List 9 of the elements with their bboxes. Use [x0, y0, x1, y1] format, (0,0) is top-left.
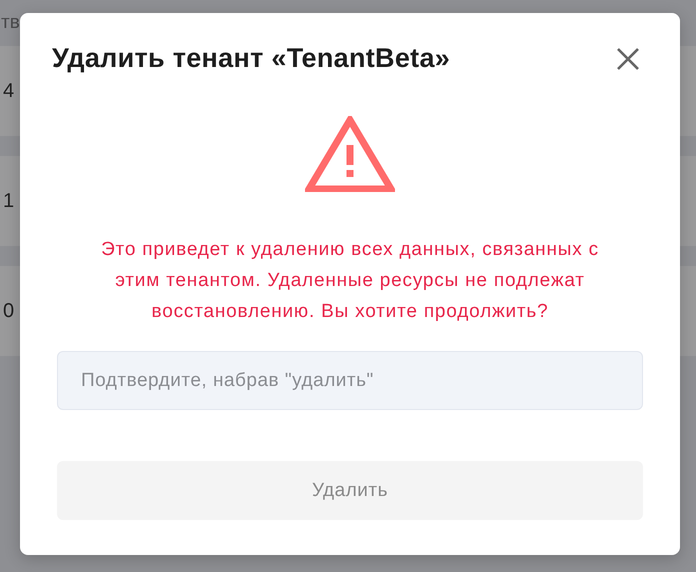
warning-message: Это приведет к удалению всех данных, связанных с этим тенантом. Удаленные ресурсы не подлежат восстановлению. Вы хотите продолжить?	[100, 238, 600, 324]
column-header: тв	[1, 12, 20, 34]
warning-icon	[305, 116, 395, 192]
table-cell: 0	[3, 300, 14, 322]
table-cell: 1	[3, 190, 14, 212]
confirm-input-field[interactable]: Подтвердите, набрав "удалить"	[57, 351, 643, 410]
close-icon	[616, 46, 640, 70]
dialog-title: Удалить тенант «TenantBeta»	[52, 43, 450, 74]
table-cell: 4	[3, 80, 14, 102]
